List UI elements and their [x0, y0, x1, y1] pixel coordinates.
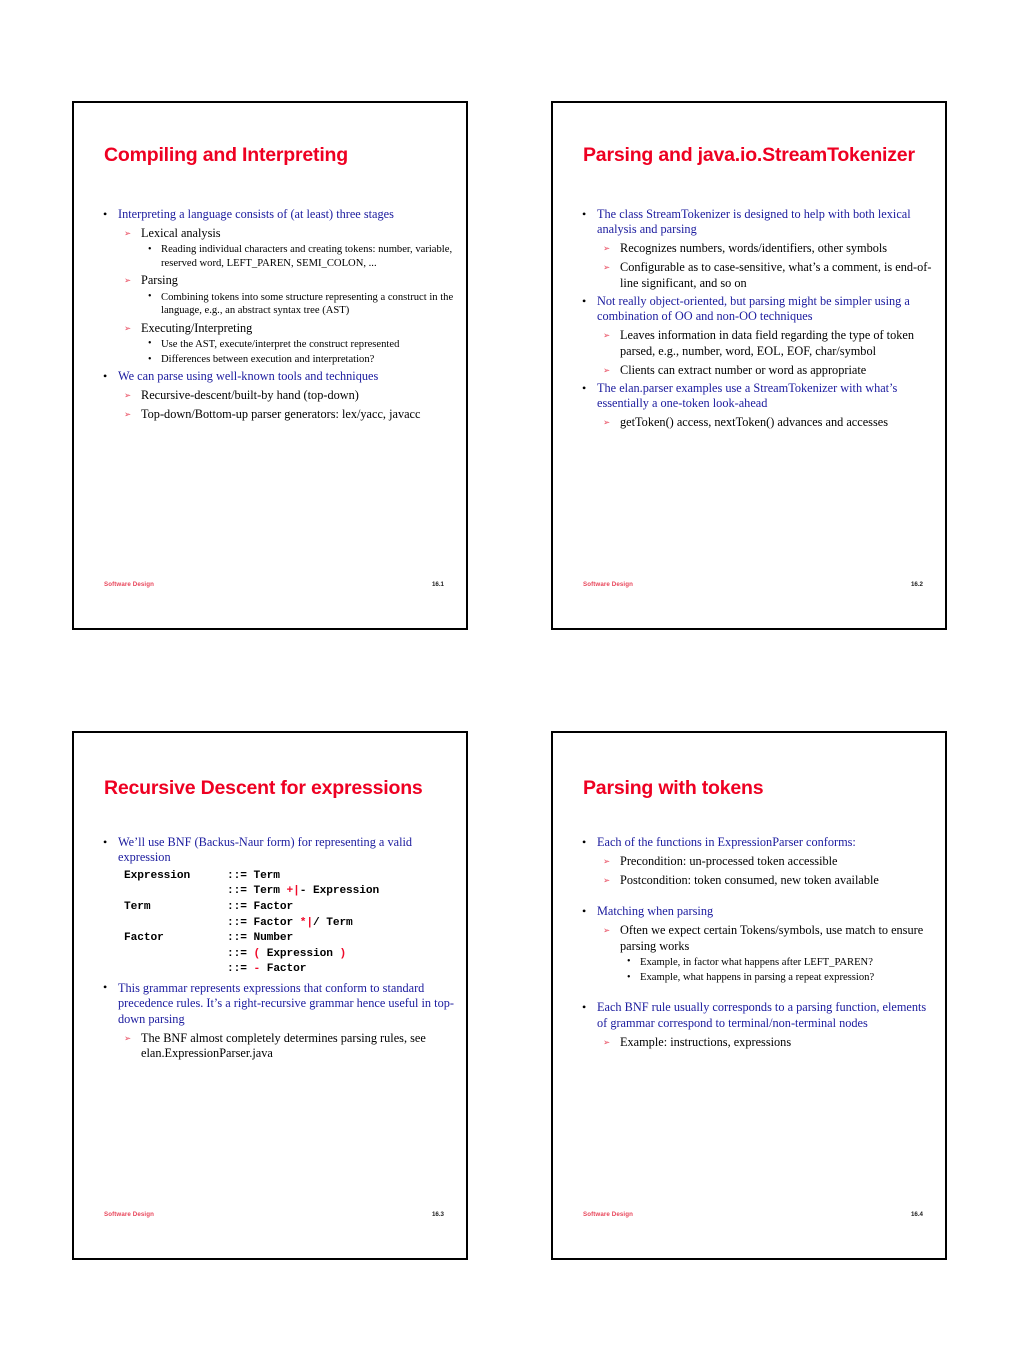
slide-title: Compiling and Interpreting	[104, 144, 348, 166]
bnf-production: ::= Term	[227, 869, 280, 882]
bullet-level-3: Use the AST, execute/interpret the const…	[98, 337, 454, 351]
bullet-level-1: We can parse using well-known tools and …	[98, 369, 454, 385]
slide-content-3: We’ll use BNF (Backus-Naur form) for rep…	[98, 832, 454, 1062]
bullet-level-2: Lexical analysis	[98, 226, 454, 242]
slide-frame-3: Recursive Descent for expressions We’ll …	[72, 731, 468, 1260]
slide-title: Recursive Descent for expressions	[104, 777, 423, 799]
bnf-production: - Expression	[299, 885, 380, 898]
bnf-production: Expression	[260, 947, 340, 960]
bnf-rule-line: ::= ( Expression )	[124, 947, 454, 963]
bullet-level-1: Each BNF rule usually corresponds to a p…	[577, 1000, 933, 1031]
bullet-level-2: Clients can extract number or word as ap…	[577, 363, 933, 379]
bullet-level-2: Example: instructions, expressions	[577, 1035, 933, 1051]
bullet-level-1: Interpreting a language consists of (at …	[98, 206, 454, 222]
slide-page-number: 16.3	[431, 1211, 444, 1218]
slide-page-number: 16.2	[910, 581, 923, 588]
bnf-production: ::= Term	[227, 885, 287, 898]
bnf-nonterminal: Expression	[124, 869, 191, 882]
slide-content-2: The class StreamTokenizer is designed to…	[577, 204, 933, 432]
slide-body-3: Recursive Descent for expressions We’ll …	[74, 733, 466, 1258]
bnf-production: ::= Factor	[227, 901, 294, 913]
bullet-level-2: getToken() access, nextToken() advances …	[577, 415, 933, 431]
slide-title: Parsing and java.io.StreamTokenizer	[583, 144, 915, 166]
slide-body-1: Compiling and Interpreting Interpreting …	[74, 103, 466, 628]
handout-page: Compiling and Interpreting Interpreting …	[0, 0, 1020, 1360]
bnf-rule-line: Term::= Factor	[124, 900, 454, 916]
slide-content-4: Each of the functions in ExpressionParse…	[577, 832, 933, 1050]
slide-frame-4: Parsing with tokens Each of the function…	[551, 731, 947, 1260]
slide-page-number: 16.4	[910, 1211, 923, 1218]
bullet-level-1: Each of the functions in ExpressionParse…	[577, 834, 933, 850]
bnf-production: ::=	[227, 963, 254, 976]
slide-footer-label: Software Design	[104, 1211, 154, 1218]
bullet-level-3: Example, in factor what happens after LE…	[577, 955, 933, 969]
slide-frame-2: Parsing and java.io.StreamTokenizer The …	[551, 101, 947, 630]
bullet-level-2: Parsing	[98, 273, 454, 289]
bnf-operator: )	[339, 947, 347, 960]
bnf-production: ::= Number	[227, 932, 294, 945]
slide-title: Parsing with tokens	[583, 777, 764, 799]
bnf-production: ::= Factor	[227, 916, 300, 929]
bullet-level-2: Often we expect certain Tokens/symbols, …	[577, 923, 933, 954]
slide-footer-label: Software Design	[104, 581, 154, 588]
slide-footer-label: Software Design	[583, 1211, 633, 1218]
bullet-level-3: Combining tokens into some structure rep…	[98, 290, 454, 317]
slide-frame-1: Compiling and Interpreting Interpreting …	[72, 101, 468, 630]
bnf-grammar-block: Expression::= Term::= Term +|- Expressio…	[98, 869, 454, 978]
bullet-level-2: The BNF almost completely determines par…	[98, 1031, 454, 1062]
bullet-level-1: This grammar represents expressions that…	[98, 980, 454, 1027]
bnf-production: Factor	[260, 963, 307, 976]
slide-footer-label: Software Design	[583, 581, 633, 588]
bnf-production: ::=	[227, 947, 254, 960]
bullet-level-3: Reading individual characters and creati…	[98, 243, 454, 269]
bullet-level-2: Postcondition: token consumed, new token…	[577, 873, 933, 889]
bullet-level-2: Recursive-descent/built-by hand (top-dow…	[98, 388, 454, 404]
bullet-level-1: We’ll use BNF (Backus-Naur form) for rep…	[98, 835, 454, 866]
slide-body-2: Parsing and java.io.StreamTokenizer The …	[553, 103, 945, 628]
bnf-rule-line: Expression::= Term	[124, 869, 454, 885]
slide-page-number: 16.1	[431, 581, 444, 588]
bullet-level-1: The elan.parser examples use a StreamTok…	[577, 381, 933, 412]
bnf-rule-line: ::= Factor *|/ Term	[124, 916, 454, 932]
bullet-level-1: Not really object-oriented, but parsing …	[577, 294, 933, 325]
bnf-nonterminal: Factor	[124, 932, 164, 945]
bullet-level-2: Leaves information in data field regardi…	[577, 328, 933, 359]
bullet-level-2: Executing/Interpreting	[98, 321, 454, 337]
bnf-rule-line: ::= - Factor	[124, 962, 454, 978]
bnf-production: / Term	[312, 916, 353, 929]
bnf-nonterminal: Term	[124, 901, 151, 913]
slide-content-1: Interpreting a language consists of (at …	[98, 204, 454, 423]
bnf-rule-line: Factor::= Number	[124, 931, 454, 947]
bullet-level-2: Top-down/Bottom-up parser generators: le…	[98, 407, 454, 423]
bnf-operator: +|	[286, 885, 300, 898]
bullet-level-3: Example, what happens in parsing a repea…	[577, 971, 933, 984]
bnf-operator: *|	[299, 916, 313, 929]
bullet-level-3: Differences between execution and interp…	[98, 353, 454, 366]
bullet-level-2: Configurable as to case-sensitive, what’…	[577, 260, 933, 291]
bullet-level-1: The class StreamTokenizer is designed to…	[577, 207, 933, 238]
bullet-level-2: Recognizes numbers, words/identifiers, o…	[577, 241, 933, 257]
bnf-rule-line: ::= Term +|- Expression	[124, 884, 454, 900]
bullet-level-2: Precondition: un-processed token accessi…	[577, 854, 933, 870]
slide-body-4: Parsing with tokens Each of the function…	[553, 733, 945, 1258]
bullet-level-1: Matching when parsing	[577, 904, 933, 920]
